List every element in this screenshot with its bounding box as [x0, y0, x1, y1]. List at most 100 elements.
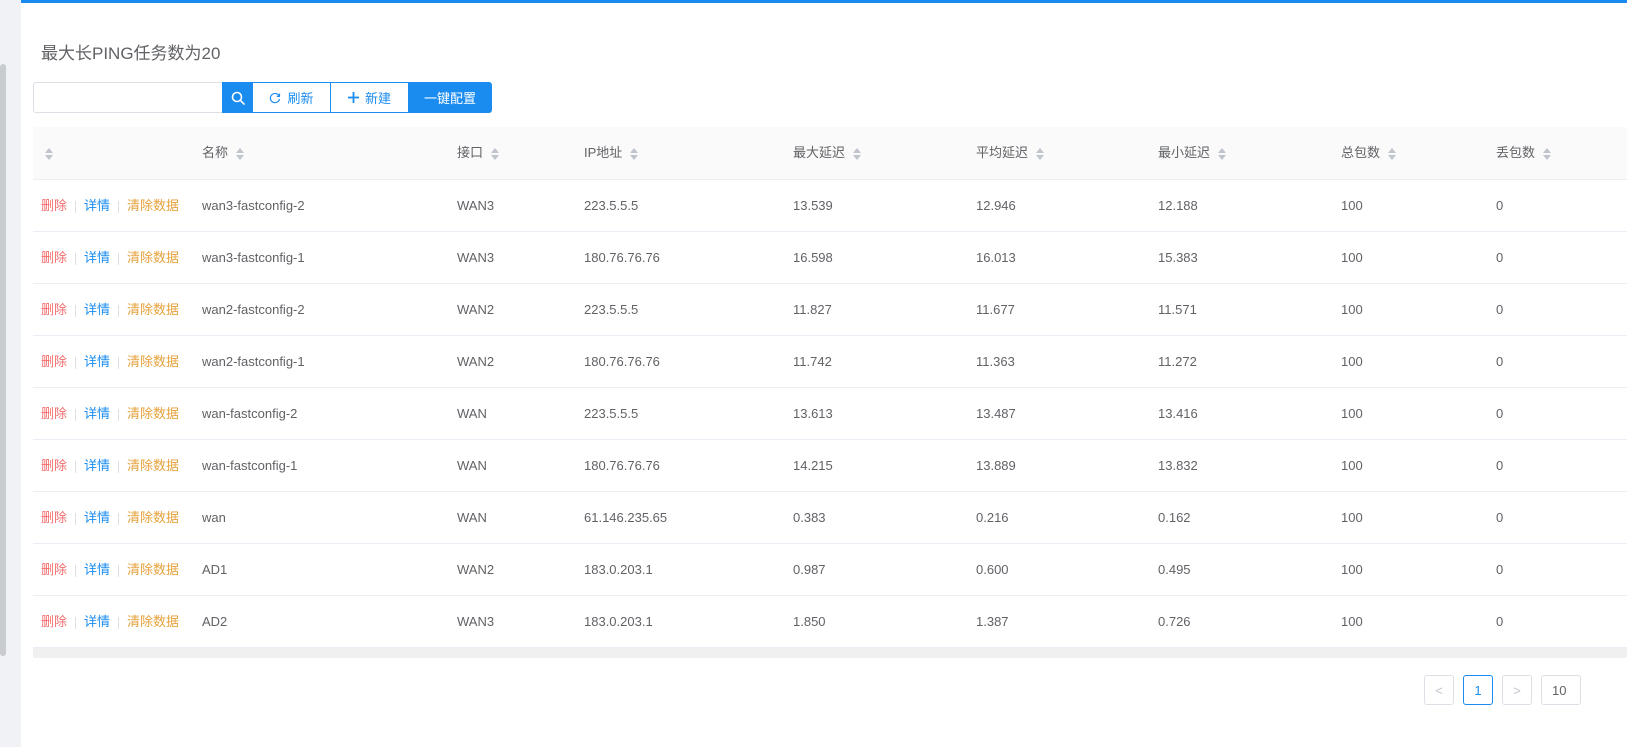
- detail-link[interactable]: 详情: [84, 562, 110, 577]
- cell-interface: WAN3: [457, 198, 495, 213]
- col-lost-packets-label: 丢包数: [1496, 145, 1536, 160]
- sort-icon[interactable]: [1218, 147, 1227, 161]
- horizontal-scrollbar[interactable]: [33, 648, 1627, 658]
- sort-icon[interactable]: [853, 147, 862, 161]
- cell-ip: 183.0.203.1: [584, 562, 653, 577]
- cell-interface: WAN3: [457, 250, 495, 265]
- detail-link[interactable]: 详情: [84, 614, 110, 629]
- detail-link[interactable]: 详情: [84, 354, 110, 369]
- table-row: 删除 详情 清除数据 AD2 WAN3 183.0.203.1 1.850 1.387 0.72…: [33, 596, 1627, 648]
- left-scrollbar[interactable]: [0, 64, 6, 656]
- col-total-packets[interactable]: 总包数: [1341, 127, 1397, 179]
- cell-name: wan3-fastconfig-1: [202, 250, 305, 265]
- clear-data-link[interactable]: 清除数据: [127, 406, 179, 421]
- sort-icon[interactable]: [630, 147, 639, 161]
- cell-lost-packets: 0: [1496, 406, 1504, 421]
- delete-link[interactable]: 删除: [41, 614, 67, 629]
- cell-max-delay: 14.215: [793, 458, 833, 473]
- col-name-label: 名称: [202, 145, 229, 160]
- sort-icon[interactable]: [1388, 147, 1397, 161]
- refresh-label: 刷新: [287, 91, 314, 106]
- detail-link[interactable]: 详情: [84, 250, 110, 265]
- col-max-delay[interactable]: 最大延迟: [793, 127, 862, 179]
- col-interface[interactable]: 接口: [457, 127, 500, 179]
- divider: [118, 304, 120, 317]
- cell-max-delay: 16.598: [793, 250, 833, 265]
- clear-data-link[interactable]: 清除数据: [127, 354, 179, 369]
- divider: [75, 304, 77, 317]
- delete-link[interactable]: 删除: [41, 406, 67, 421]
- row-actions: 删除 详情 清除数据: [41, 440, 179, 492]
- detail-link[interactable]: 详情: [84, 302, 110, 317]
- sort-icon[interactable]: [1543, 147, 1552, 161]
- delete-link[interactable]: 删除: [41, 562, 67, 577]
- clear-data-link[interactable]: 清除数据: [127, 614, 179, 629]
- cell-lost-packets: 0: [1496, 614, 1504, 629]
- cell-min-delay: 0.495: [1158, 562, 1191, 577]
- delete-link[interactable]: 删除: [41, 250, 67, 265]
- prev-page-button[interactable]: <: [1424, 675, 1454, 705]
- table-row: 删除 详情 清除数据 wan WAN 61.146.235.65 0.383 0.216 0.1…: [33, 492, 1627, 544]
- delete-link[interactable]: 删除: [41, 458, 67, 473]
- row-actions: 删除 详情 清除数据: [41, 180, 179, 232]
- cell-max-delay: 0.383: [793, 510, 826, 525]
- sort-icon[interactable]: [491, 147, 500, 161]
- clear-data-link[interactable]: 清除数据: [127, 562, 179, 577]
- detail-link[interactable]: 详情: [84, 406, 110, 421]
- col-name[interactable]: 名称: [202, 127, 245, 179]
- clear-data-link[interactable]: 清除数据: [127, 458, 179, 473]
- clear-data-link[interactable]: 清除数据: [127, 302, 179, 317]
- detail-link[interactable]: 详情: [84, 458, 110, 473]
- detail-link[interactable]: 详情: [84, 510, 110, 525]
- search-input[interactable]: [33, 82, 222, 113]
- divider: [118, 356, 120, 369]
- divider: [75, 564, 77, 577]
- table-body: 删除 详情 清除数据 wan3-fastconfig-2 WAN3 223.5.5.5 13…: [33, 180, 1627, 648]
- cell-max-delay: 11.827: [793, 302, 832, 317]
- sort-icon[interactable]: [1036, 147, 1045, 161]
- clear-data-link[interactable]: 清除数据: [127, 510, 179, 525]
- cell-total-packets: 100: [1341, 510, 1363, 525]
- row-actions: 删除 详情 清除数据: [41, 232, 179, 284]
- delete-link[interactable]: 删除: [41, 198, 67, 213]
- table-row: 删除 详情 清除数据 wan3-fastconfig-2 WAN3 223.5.5.5 13…: [33, 180, 1627, 232]
- table-row: 删除 详情 清除数据 wan-fastconfig-2 WAN 223.5.5.5 13.6…: [33, 388, 1627, 440]
- col-avg-delay[interactable]: 平均延迟: [976, 127, 1045, 179]
- search-button[interactable]: [222, 82, 253, 113]
- cell-total-packets: 100: [1341, 406, 1363, 421]
- quick-config-button[interactable]: 一键配置: [408, 82, 492, 113]
- ping-table: 名称 接口 IP地址 最大延迟 平均延迟 最小延迟 总包数 丢包数 删除 详情 清除…: [33, 127, 1627, 648]
- table-row: 删除 详情 清除数据 wan2-fastconfig-1 WAN2 180.76.76.7…: [33, 336, 1627, 388]
- sort-icon[interactable]: [236, 147, 245, 161]
- page-size-select[interactable]: 10: [1541, 675, 1581, 705]
- delete-link[interactable]: 删除: [41, 354, 67, 369]
- cell-min-delay: 15.383: [1158, 250, 1198, 265]
- next-page-button[interactable]: >: [1502, 675, 1532, 705]
- divider: [118, 408, 120, 421]
- detail-link[interactable]: 详情: [84, 198, 110, 213]
- cell-avg-delay: 0.600: [976, 562, 1009, 577]
- cell-interface: WAN2: [457, 302, 495, 317]
- cell-min-delay: 0.162: [1158, 510, 1191, 525]
- cell-name: AD2: [202, 614, 228, 629]
- cell-interface: WAN2: [457, 562, 495, 577]
- ops-column-sort[interactable]: [45, 127, 53, 179]
- page-number-button[interactable]: 1: [1463, 675, 1493, 705]
- col-lost-packets[interactable]: 丢包数: [1496, 127, 1552, 179]
- col-ip[interactable]: IP地址: [584, 127, 639, 179]
- cell-ip: 223.5.5.5: [584, 302, 639, 317]
- refresh-button[interactable]: 刷新: [252, 82, 331, 113]
- col-min-delay[interactable]: 最小延迟: [1158, 127, 1227, 179]
- sort-icon[interactable]: [45, 147, 53, 161]
- new-button[interactable]: 新建: [330, 82, 409, 113]
- row-actions: 删除 详情 清除数据: [41, 492, 179, 544]
- cell-total-packets: 100: [1341, 614, 1363, 629]
- divider: [75, 252, 77, 265]
- col-total-packets-label: 总包数: [1341, 145, 1381, 160]
- delete-link[interactable]: 删除: [41, 302, 67, 317]
- divider: [75, 460, 77, 473]
- divider: [118, 564, 120, 577]
- clear-data-link[interactable]: 清除数据: [127, 198, 179, 213]
- clear-data-link[interactable]: 清除数据: [127, 250, 179, 265]
- delete-link[interactable]: 删除: [41, 510, 67, 525]
